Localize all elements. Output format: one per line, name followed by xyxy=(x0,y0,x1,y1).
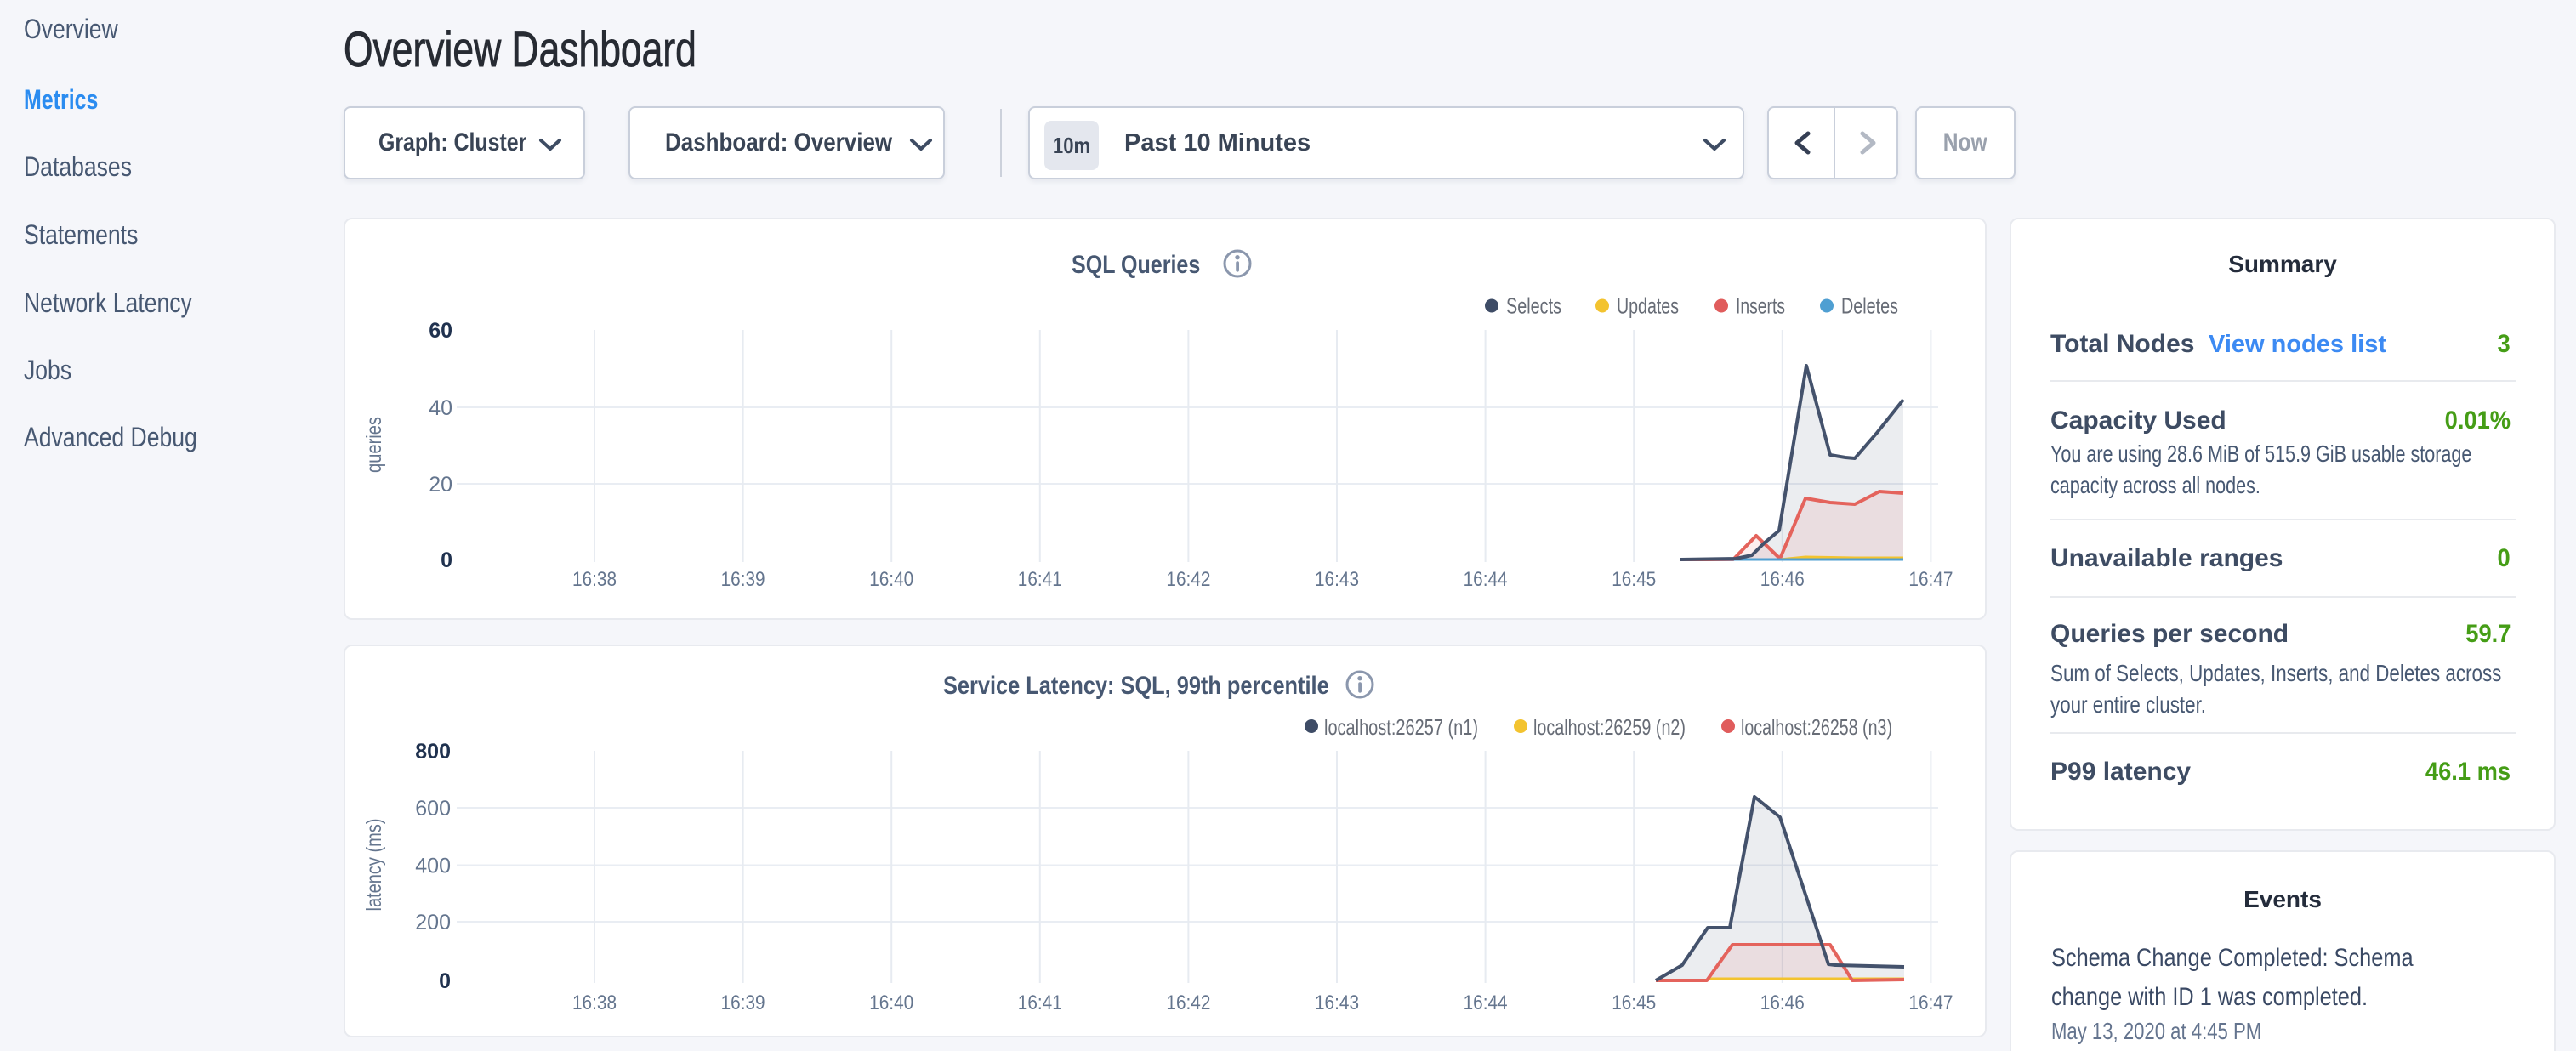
svg-text:16:38: 16:38 xyxy=(572,568,617,591)
svg-text:20: 20 xyxy=(429,473,452,497)
svg-text:16:44: 16:44 xyxy=(1464,568,1508,591)
svg-text:16:40: 16:40 xyxy=(869,991,913,1014)
svg-text:16:41: 16:41 xyxy=(1018,991,1062,1014)
svg-text:0: 0 xyxy=(439,969,451,993)
svg-text:16:44: 16:44 xyxy=(1464,991,1508,1014)
svg-text:Deletes: Deletes xyxy=(1841,293,1898,319)
svg-text:16:39: 16:39 xyxy=(721,568,765,591)
svg-text:400: 400 xyxy=(415,855,451,878)
svg-text:queries: queries xyxy=(362,417,386,473)
svg-text:16:47: 16:47 xyxy=(1908,568,1953,591)
svg-text:16:42: 16:42 xyxy=(1166,568,1210,591)
svg-text:16:46: 16:46 xyxy=(1760,568,1805,591)
svg-text:localhost:26258 (n3): localhost:26258 (n3) xyxy=(1741,714,1892,740)
svg-text:16:40: 16:40 xyxy=(869,568,913,591)
svg-text:16:47: 16:47 xyxy=(1908,991,1953,1014)
svg-text:60: 60 xyxy=(429,319,452,343)
svg-text:16:45: 16:45 xyxy=(1612,568,1656,591)
svg-text:localhost:26259 (n2): localhost:26259 (n2) xyxy=(1533,714,1686,740)
svg-text:localhost:26257 (n1): localhost:26257 (n1) xyxy=(1324,714,1478,740)
svg-text:16:46: 16:46 xyxy=(1760,991,1805,1014)
svg-text:40: 40 xyxy=(429,396,452,420)
svg-text:800: 800 xyxy=(415,740,451,764)
svg-text:0: 0 xyxy=(441,548,452,572)
svg-text:200: 200 xyxy=(415,911,451,935)
svg-text:600: 600 xyxy=(415,797,451,821)
svg-text:Updates: Updates xyxy=(1617,293,1679,319)
svg-text:16:43: 16:43 xyxy=(1315,991,1359,1014)
svg-text:Inserts: Inserts xyxy=(1736,293,1785,319)
svg-text:16:42: 16:42 xyxy=(1166,991,1210,1014)
svg-text:latency (ms): latency (ms) xyxy=(362,819,386,912)
svg-text:Selects: Selects xyxy=(1506,293,1561,319)
svg-text:16:43: 16:43 xyxy=(1315,568,1359,591)
svg-text:16:39: 16:39 xyxy=(721,991,765,1014)
svg-text:16:45: 16:45 xyxy=(1612,991,1656,1014)
svg-text:16:38: 16:38 xyxy=(572,991,617,1014)
svg-text:16:41: 16:41 xyxy=(1018,568,1062,591)
